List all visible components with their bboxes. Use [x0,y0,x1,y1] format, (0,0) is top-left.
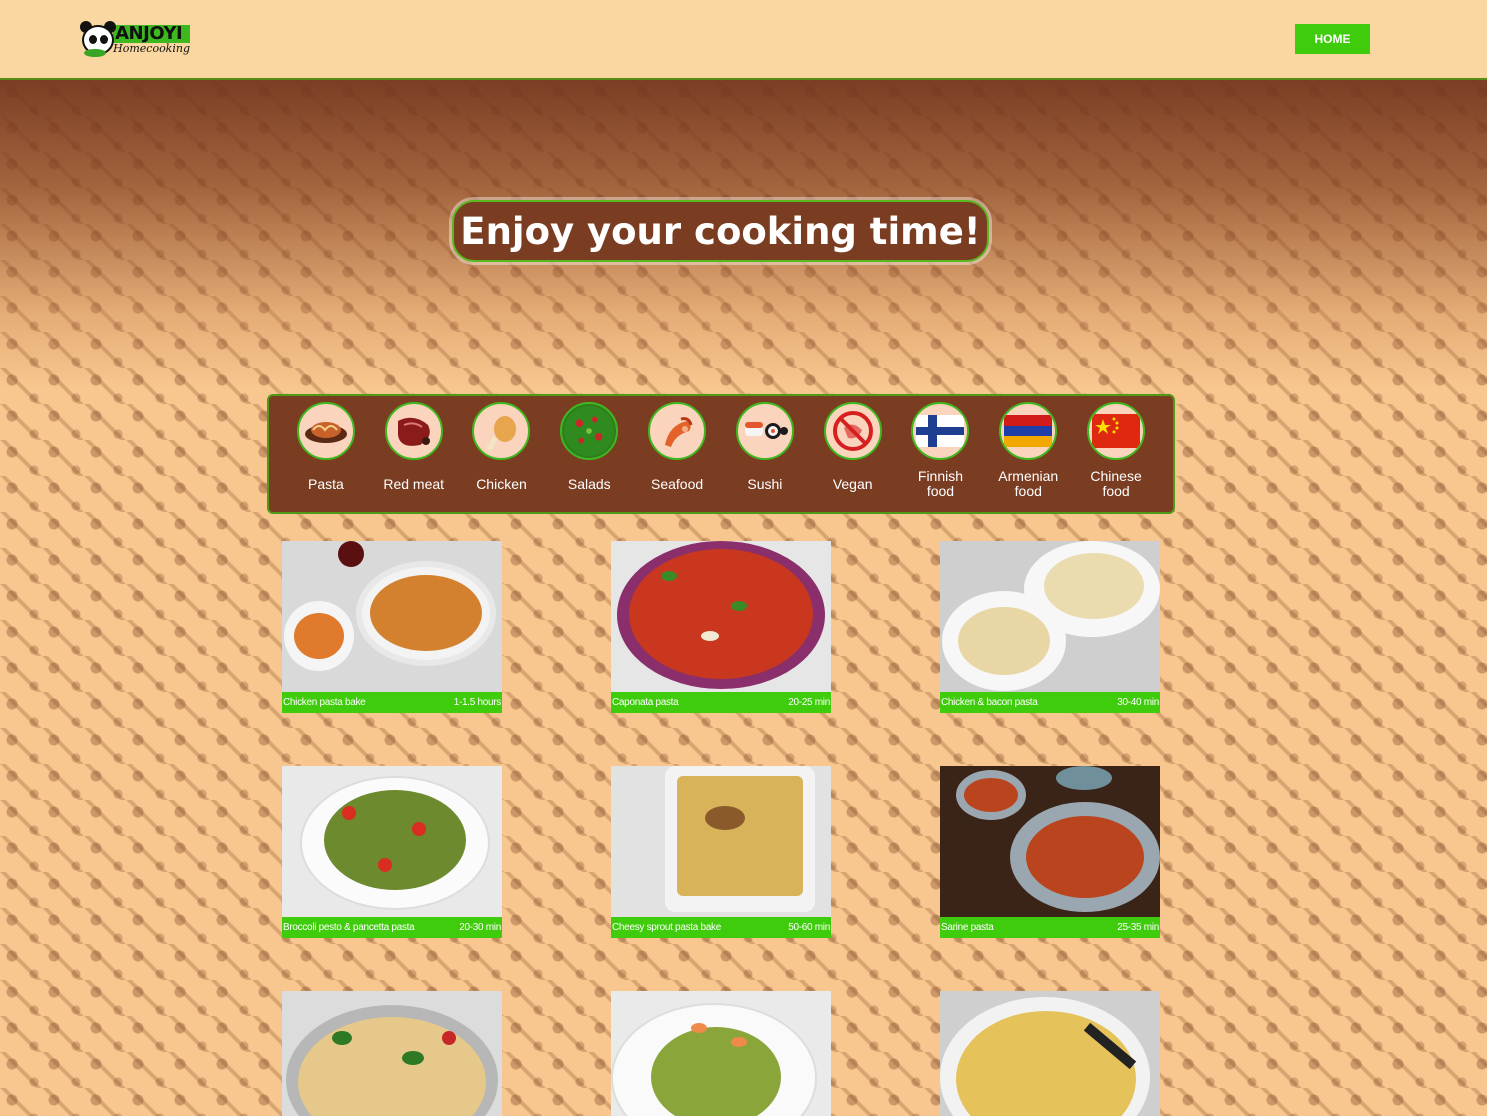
recipe-time: 20-25 min [788,697,830,708]
category-label: Red meat [383,475,445,492]
recipe-card[interactable]: Chicken & bacon pasta 30-40 min [940,541,1160,713]
panda-logo-icon [78,19,116,59]
recipe-image [940,541,1160,692]
category-chinese-food[interactable]: Chinese food [1072,402,1160,512]
china-flag-icon [1087,402,1146,460]
recipe-card[interactable]: Broccoli pesto & pancetta pasta 20-30 mi… [282,766,502,938]
recipe-name: Chicken pasta bake [283,697,366,708]
recipe-caption: Caponata pasta 20-25 min [611,692,831,713]
recipe-image [611,766,831,917]
home-button[interactable]: HOME [1295,24,1370,54]
recipe-image [940,766,1160,917]
recipe-name: Caponata pasta [612,697,679,708]
category-armenian-food[interactable]: Armenian food [984,402,1072,512]
recipe-name: Broccoli pesto & pancetta pasta [283,922,415,933]
category-label: Seafood [650,475,704,492]
chicken-leg-icon [472,402,531,460]
recipe-name: Cheesy sprout pasta bake [612,922,721,933]
logo-title: ANJOYI [113,24,190,43]
category-label: Salads [567,475,611,492]
recipe-image [282,991,502,1116]
recipe-card[interactable]: Sarine pasta 25-35 min [940,766,1160,938]
recipe-image [611,541,831,692]
category-chicken[interactable]: Chicken [458,402,546,512]
recipe-image [611,991,831,1116]
category-salads[interactable]: Salads [545,402,633,512]
category-label: Chicken [476,475,527,492]
recipe-name: Chicken & bacon pasta [941,697,1038,708]
recipe-card[interactable] [611,991,831,1116]
category-label: Armenian food [998,468,1059,499]
recipe-card[interactable]: Chicken pasta bake 1-1.5 hours [282,541,502,713]
site-header: ANJOYI Homecooking HOME [0,0,1487,80]
recipe-time: 30-40 min [1117,697,1159,708]
recipe-time: 20-30 min [459,922,501,933]
logo[interactable]: ANJOYI Homecooking [78,16,190,62]
category-vegan[interactable]: Vegan [809,402,897,512]
recipe-name: Sarine pasta [941,922,994,933]
recipe-time: 50-60 min [788,922,830,933]
recipe-card[interactable]: Caponata pasta 20-25 min [611,541,831,713]
category-pasta[interactable]: Pasta [282,402,370,512]
pasta-icon [296,402,355,460]
recipe-caption: Broccoli pesto & pancetta pasta 20-30 mi… [282,917,502,938]
hero-title: Enjoy your cooking time! [452,200,989,262]
recipe-caption: Chicken & bacon pasta 30-40 min [940,692,1160,713]
armenia-flag-icon [999,402,1058,460]
category-label: Chinese food [1090,468,1142,499]
recipe-caption: Cheesy sprout pasta bake 50-60 min [611,917,831,938]
category-bar: Pasta Red meat Chicken Salads Seafood Su… [267,394,1175,514]
recipe-card[interactable] [940,991,1160,1116]
logo-subtitle: Homecooking [113,41,190,55]
recipe-caption: Chicken pasta bake 1-1.5 hours [282,692,502,713]
salad-icon [560,402,619,460]
sushi-icon [735,402,794,460]
recipe-image [940,991,1160,1116]
category-label: Vegan [832,475,873,492]
category-label: Sushi [747,475,783,492]
no-meat-icon [823,402,882,460]
category-label: Pasta [307,475,344,492]
finland-flag-icon [911,402,970,460]
category-finnish-food[interactable]: Finnish food [897,402,985,512]
recipe-image [282,541,502,692]
category-red-meat[interactable]: Red meat [370,402,458,512]
recipe-card[interactable] [282,991,502,1116]
recipe-time: 25-35 min [1117,922,1159,933]
category-seafood[interactable]: Seafood [633,402,721,512]
steak-icon [384,402,443,460]
recipe-image [282,766,502,917]
recipe-card[interactable]: Cheesy sprout pasta bake 50-60 min [611,766,831,938]
category-label: Finnish food [917,468,964,499]
recipe-time: 1-1.5 hours [453,697,502,708]
recipe-caption: Sarine pasta 25-35 min [940,917,1160,938]
shrimp-icon [648,402,707,460]
category-sushi[interactable]: Sushi [721,402,809,512]
